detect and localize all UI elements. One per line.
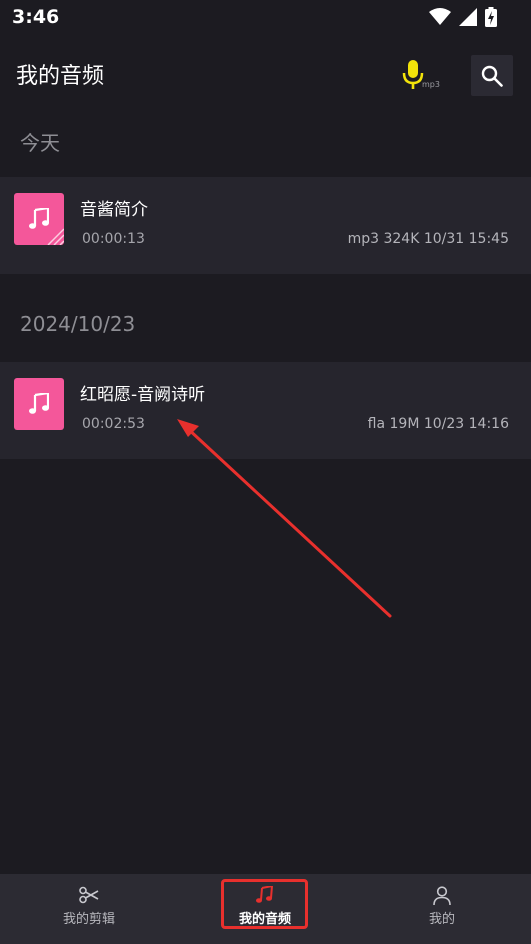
music-note-icon: [29, 393, 49, 414]
audio-meta: mp3 324K 10/31 15:45: [347, 231, 509, 247]
cellular-signal-icon: [459, 8, 477, 26]
scissors-icon: [79, 886, 99, 904]
audio-title: 红昭愿-音阙诗听: [80, 385, 206, 405]
person-icon: [433, 886, 451, 906]
status-bar: 3:46: [0, 0, 531, 36]
audio-thumbnail: [14, 378, 64, 430]
status-icons: [429, 7, 497, 27]
status-time: 3:46: [12, 6, 60, 28]
bottom-nav: 我的剪辑 我的音频 我的: [0, 874, 531, 944]
app-header: 我的音频 mp3: [0, 48, 531, 100]
battery-charging-icon: [485, 7, 497, 27]
corner-stripes-decoration: [47, 228, 64, 245]
nav-label: 我的: [428, 912, 455, 927]
annotation-arrow: [177, 419, 392, 618]
music-note-icon: [256, 886, 274, 903]
page-title: 我的音频: [16, 64, 105, 89]
section-header-today: 今天: [20, 131, 60, 155]
microphone-icon: [402, 60, 424, 89]
wifi-icon: [429, 8, 451, 25]
mp3-label: mp3: [422, 80, 440, 89]
nav-label: 我的音频: [238, 912, 291, 927]
nav-tab-me[interactable]: 我的: [382, 874, 502, 944]
nav-tab-my-edits[interactable]: 我的剪辑: [29, 874, 149, 944]
audio-duration: 00:02:53: [82, 416, 145, 432]
audio-list-item[interactable]: 红昭愿-音阙诗听 00:02:53 fla 19M 10/23 14:16: [0, 362, 531, 459]
section-header-date: 2024/10/23: [20, 312, 136, 336]
nav-label: 我的剪辑: [62, 912, 115, 927]
audio-title: 音酱简介: [80, 200, 148, 220]
audio-meta: fla 19M 10/23 14:16: [367, 416, 509, 432]
audio-list-item[interactable]: 音酱简介 00:00:13 mp3 324K 10/31 15:45: [0, 177, 531, 274]
record-mp3-button[interactable]: mp3: [398, 56, 442, 96]
audio-duration: 00:00:13: [82, 231, 145, 247]
nav-tab-my-audio[interactable]: 我的音频: [205, 874, 325, 944]
search-icon: [481, 65, 503, 87]
search-button[interactable]: [471, 55, 513, 96]
audio-thumbnail: [14, 193, 64, 245]
